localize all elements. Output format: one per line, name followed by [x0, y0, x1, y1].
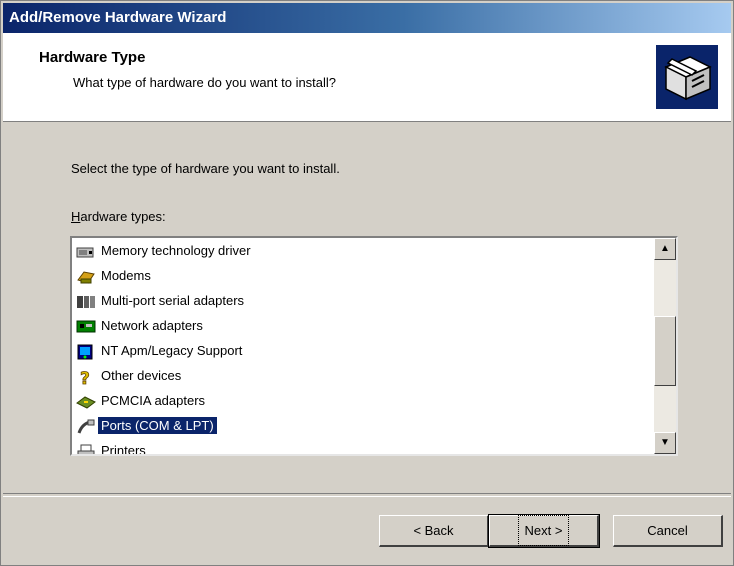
page-title: Hardware Type [39, 49, 146, 66]
page-subtitle: What type of hardware do you want to ins… [73, 75, 337, 90]
next-button[interactable]: Next > [488, 514, 600, 548]
list-item-pcmcia-adapters[interactable]: PCMCIA adapters [76, 390, 208, 412]
list-item-label: Printers [101, 443, 146, 456]
question-mark-icon: ? [76, 368, 96, 389]
instruction-text: Select the type of hardware you want to … [71, 161, 340, 176]
list-item-other-devices[interactable]: ? Other devices [76, 365, 184, 389]
list-item-network-adapters[interactable]: Network adapters [76, 315, 206, 337]
list-item-label: Multi-port serial adapters [101, 293, 245, 308]
title-bar[interactable]: Add/Remove Hardware Wizard [3, 3, 731, 33]
hardware-types-label-rest: ardware types: [80, 209, 166, 224]
multiport-adapter-icon [76, 293, 96, 311]
list-item-label: Modems [101, 268, 151, 283]
cancel-button-label: Cancel [647, 523, 688, 538]
list-item-nt-apm-legacy-support[interactable]: NT Apm/Legacy Support [76, 340, 245, 362]
scroll-thumb[interactable] [654, 316, 676, 386]
modem-icon [76, 268, 96, 286]
arrow-down-icon: ▼ [660, 437, 670, 448]
list-item-label: Other devices [101, 368, 182, 383]
list-scrollbar[interactable]: ▲ ▼ [654, 238, 676, 454]
memory-driver-icon [76, 243, 96, 261]
network-adapter-icon [76, 318, 96, 336]
back-button-label: < Back [413, 523, 454, 538]
list-item-printers[interactable]: Printers [76, 440, 149, 456]
list-item-label: Network adapters [101, 318, 203, 333]
printer-icon [76, 443, 96, 454]
list-item-memory-technology-driver[interactable]: Memory technology driver [76, 240, 254, 262]
svg-text:?: ? [80, 369, 90, 386]
hardware-types-list[interactable]: Memory technology driver Modems Multi-po… [70, 236, 678, 456]
arrow-up-icon: ▲ [660, 243, 670, 254]
scroll-up-button[interactable]: ▲ [654, 238, 676, 260]
footer-separator [3, 493, 731, 497]
hardware-types-label-accesskey: H [71, 209, 81, 224]
apm-legacy-icon [76, 343, 96, 361]
list-item-label: Ports (COM & LPT) [97, 416, 218, 435]
list-item-multi-port-serial-adapters[interactable]: Multi-port serial adapters [76, 290, 247, 312]
list-item-label: Memory technology driver [101, 243, 251, 258]
next-button-label: Next > [517, 515, 570, 546]
list-item-label: PCMCIA adapters [101, 393, 206, 408]
list-item-ports-com-lpt[interactable]: Ports (COM & LPT) [76, 415, 218, 437]
hardware-wizard-icon [656, 45, 718, 109]
back-button[interactable]: < Back [379, 515, 489, 547]
port-connector-icon [76, 418, 96, 436]
wizard-header: Hardware Type What type of hardware do y… [3, 33, 731, 122]
cancel-button[interactable]: Cancel [613, 515, 723, 547]
hardware-types-label: Hardware types: [71, 209, 166, 224]
list-item-label: NT Apm/Legacy Support [101, 343, 243, 358]
scroll-down-button[interactable]: ▼ [654, 432, 676, 454]
pcmcia-adapter-icon [76, 393, 96, 411]
wizard-window: Add/Remove Hardware Wizard Hardware Type… [0, 0, 734, 566]
list-item-modems[interactable]: Modems [76, 265, 154, 287]
